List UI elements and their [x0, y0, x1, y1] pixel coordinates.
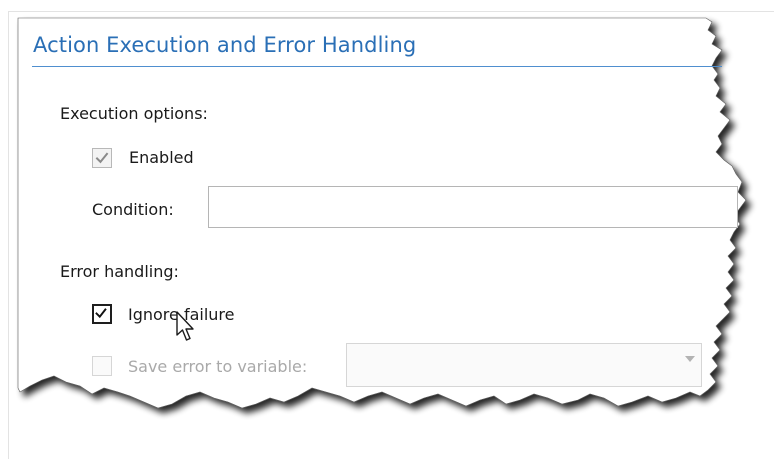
ignore-failure-checkbox[interactable] — [92, 304, 112, 324]
condition-label: Condition: — [92, 200, 174, 219]
save-error-label[interactable]: Save error to variable: — [128, 357, 307, 376]
checkmark-icon — [95, 152, 109, 164]
checkmark-icon — [95, 308, 107, 319]
save-error-checkbox[interactable] — [92, 356, 112, 376]
condition-input[interactable] — [208, 186, 738, 228]
error-variable-select[interactable] — [346, 343, 702, 387]
section-title-underline — [32, 66, 722, 67]
section-title: Action Execution and Error Handling — [33, 33, 417, 57]
chevron-down-icon — [685, 356, 695, 362]
error-handling-heading: Error handling: — [60, 262, 179, 281]
enabled-checkbox[interactable] — [92, 148, 112, 168]
action-execution-panel: Action Execution and Error Handling Exec… — [0, 0, 774, 459]
screenshot-stage: Action Execution and Error Handling Exec… — [0, 0, 774, 459]
execution-options-heading: Execution options: — [60, 104, 208, 123]
mouse-pointer-icon — [176, 311, 194, 341]
enabled-label[interactable]: Enabled — [129, 148, 194, 167]
